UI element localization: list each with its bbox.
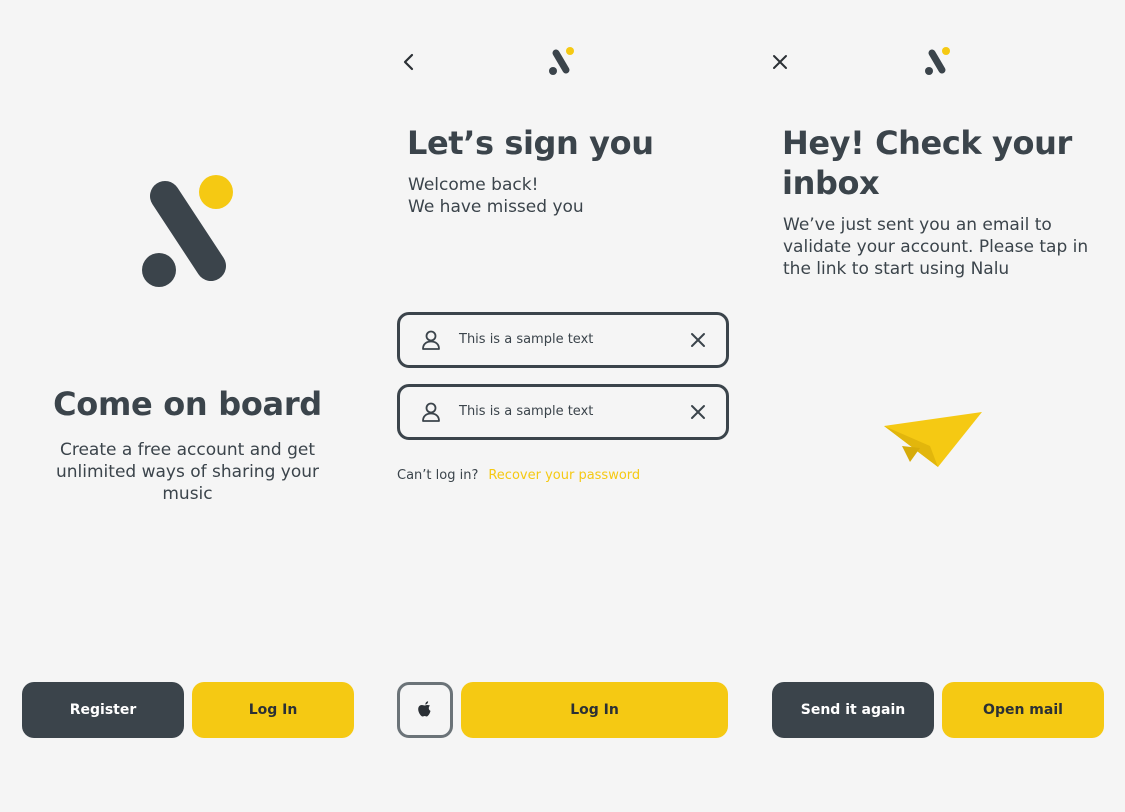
nalu-logo bbox=[142, 175, 233, 287]
page-title: Let’s sign you bbox=[407, 124, 654, 162]
password-field[interactable]: This is a sample text bbox=[397, 384, 729, 440]
close-icon bbox=[773, 55, 787, 69]
apple-icon bbox=[418, 700, 431, 716]
check-inbox-screen: Hey! Check your inbox We’ve just sent yo… bbox=[750, 0, 1125, 812]
page-title: Come on board bbox=[53, 385, 322, 423]
nalu-logo bbox=[549, 47, 574, 75]
back-button[interactable] bbox=[397, 50, 421, 74]
recover-password-link[interactable]: Recover your password bbox=[488, 468, 640, 483]
page-title-line1: Hey! Check your bbox=[782, 124, 1072, 162]
open-mail-button[interactable]: Open mail bbox=[942, 682, 1104, 738]
close-icon[interactable] bbox=[690, 404, 706, 420]
cant-login-text: Can’t log in? bbox=[397, 468, 479, 483]
page-title-line2: inbox bbox=[782, 164, 880, 202]
chevron-left-icon bbox=[403, 53, 414, 71]
username-field[interactable]: This is a sample text bbox=[397, 312, 729, 368]
recover-row: Can’t log in? Recover your password bbox=[397, 468, 640, 483]
user-icon bbox=[422, 402, 440, 422]
field-value: This is a sample text bbox=[459, 404, 594, 419]
user-icon bbox=[422, 330, 440, 350]
close-icon[interactable] bbox=[690, 332, 706, 348]
onboarding-screen: Come on board Create a free account and … bbox=[0, 0, 375, 812]
page-subtitle: Create a free account and get unlimited … bbox=[56, 440, 319, 504]
login-button[interactable]: Log In bbox=[192, 682, 354, 738]
paper-plane-icon bbox=[884, 412, 982, 467]
apple-login-button[interactable] bbox=[397, 682, 453, 738]
message-line1: We’ve just sent you an email to bbox=[783, 215, 1052, 235]
message-line2: validate your account. Please tap in bbox=[783, 237, 1089, 257]
message-line3: the link to start using Nalu bbox=[783, 259, 1010, 279]
register-button[interactable]: Register bbox=[22, 682, 184, 738]
nalu-logo bbox=[925, 47, 950, 75]
missed-text: We have missed you bbox=[408, 197, 584, 217]
send-again-button[interactable]: Send it again bbox=[772, 682, 934, 738]
login-button[interactable]: Log In bbox=[461, 682, 728, 738]
sign-in-screen: Let’s sign you Welcome back! We have mis… bbox=[375, 0, 750, 812]
welcome-text: Welcome back! bbox=[408, 175, 539, 195]
close-button[interactable] bbox=[768, 50, 792, 74]
field-value: This is a sample text bbox=[459, 332, 594, 347]
